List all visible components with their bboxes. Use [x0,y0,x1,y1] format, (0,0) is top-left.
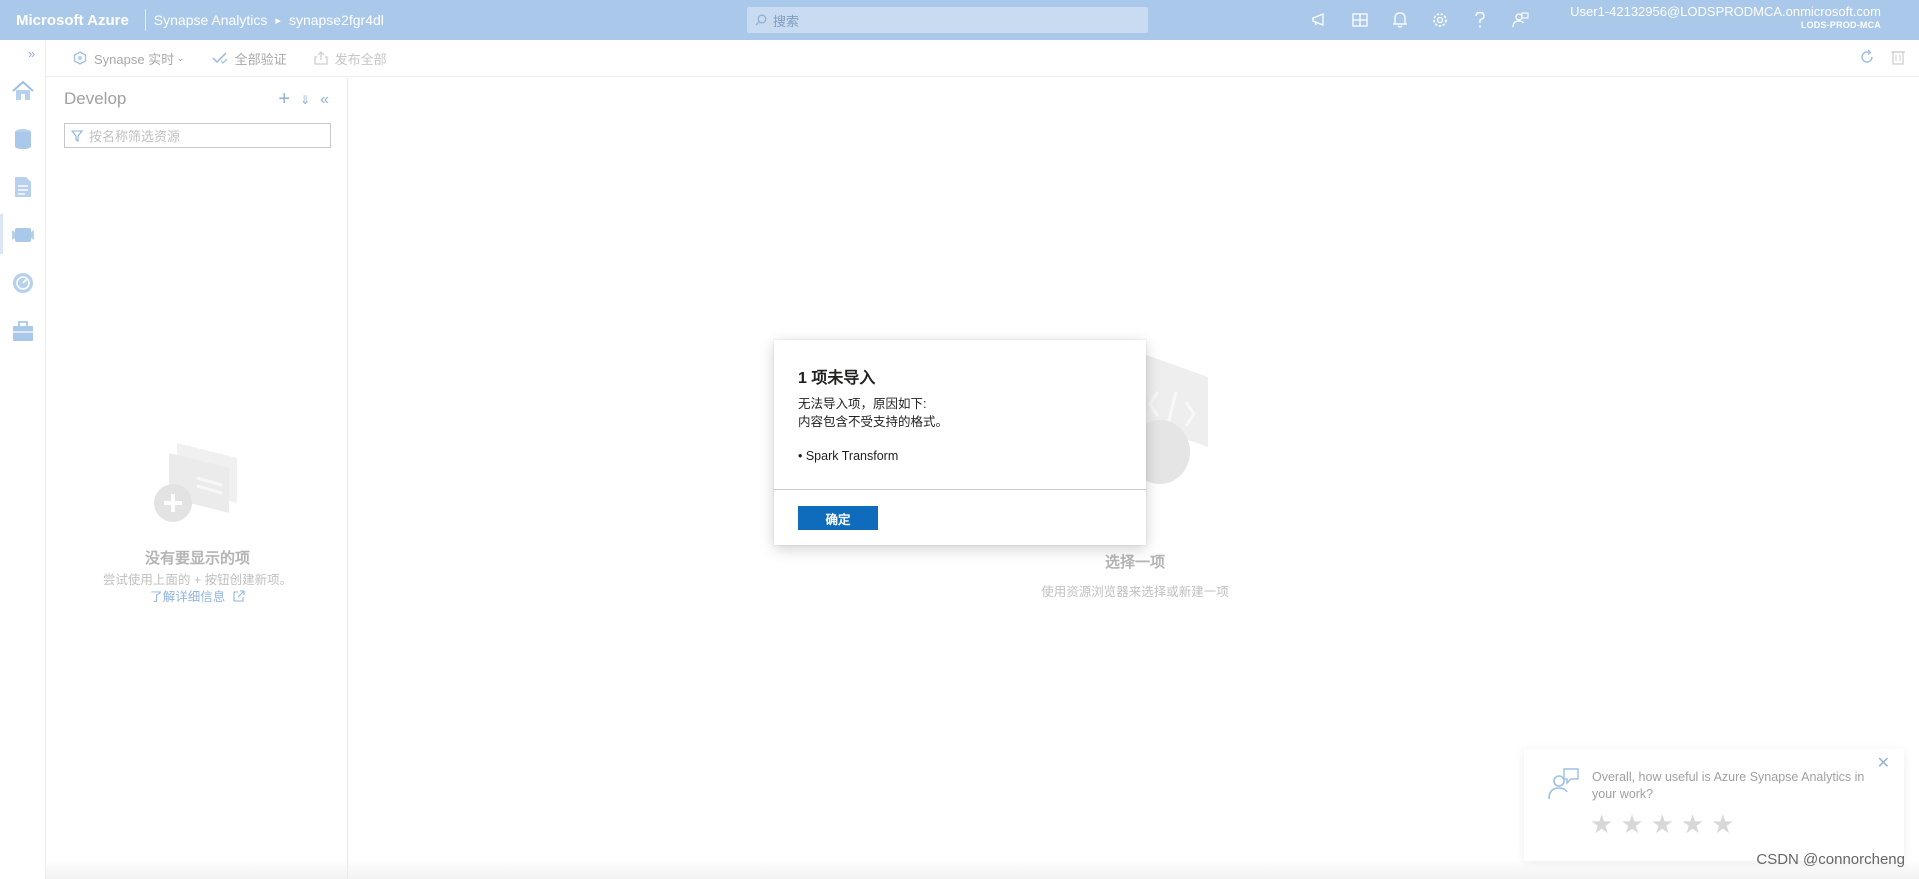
publish-icon [314,51,328,65]
discard-icon[interactable] [1891,49,1905,68]
collapse-panel-icon[interactable]: « [320,91,329,109]
command-bar: Synapse 实时 ⌄ 全部验证 发布全部 [46,40,1919,77]
empty-title: 没有要显示的项 [144,550,250,567]
directory-icon[interactable] [1340,0,1380,40]
dialog-format-line: 内容包含不受支持的格式。 [798,415,949,429]
bottom-fade [46,860,1919,879]
filter-icon [71,129,83,142]
dialog-divider [774,489,1146,490]
publish-all-button[interactable]: 发布全部 [314,49,387,68]
nav-rail: » [0,40,46,879]
feedback-card: ✕ Overall, how useful is Azure Synapse A… [1524,749,1904,861]
panel-actions: + ⇓ « [268,88,329,111]
dialog-item: • Spark Transform [798,449,899,463]
validate-all-button[interactable]: 全部验证 [212,49,287,68]
top-icon-group [1300,0,1540,40]
search-placeholder: 搜索 [773,13,800,29]
filter-input[interactable]: 按名称筛选资源 [64,123,331,148]
feedback-question: Overall, how useful is Azure Synapse Ana… [1592,770,1865,801]
star-5-icon[interactable]: ★ [1711,809,1734,840]
main-empty-title: 选择一项 [1104,554,1165,571]
validate-icon [212,52,228,64]
active-nav-indicator [0,214,3,254]
monitor-icon[interactable] [10,270,36,296]
ok-button[interactable]: 确定 [798,506,878,530]
user-name: User1-42132956@LODSPRODMCA.onmicrosoft.c… [1570,4,1881,19]
breadcrumb-workspace[interactable]: synapse2fgr4dl [281,12,392,28]
publish-all-label: 发布全部 [334,51,387,67]
star-2-icon[interactable]: ★ [1620,809,1643,840]
collapse-all-icon[interactable]: ⇓ [300,93,310,107]
chevron-down-icon: ⌄ [176,52,185,64]
synapse-live-label: Synapse 实时 [94,51,175,67]
develop-icon[interactable] [10,174,36,200]
external-link-icon [233,590,245,602]
empty-illustration [147,433,247,538]
synapse-icon [73,51,87,65]
account-menu[interactable]: User1-42132956@LODSPRODMCA.onmicrosoft.c… [1570,4,1881,30]
star-4-icon[interactable]: ★ [1681,809,1704,840]
feedback-person-icon [1546,767,1580,806]
dialog-title: 1 项未导入 [798,370,876,387]
watermark: CSDN @connorcheng [1756,851,1905,868]
validate-all-label: 全部验证 [234,51,287,67]
synapse-live-button[interactable]: Synapse 实时 ⌄ [73,49,185,68]
develop-panel: Develop + ⇓ « 按名称筛选资源 没有要显示的项 尝试使用上面的 + … [47,78,348,879]
integrate-icon[interactable] [10,222,36,248]
home-icon[interactable] [10,78,36,104]
add-icon[interactable]: + [278,88,290,111]
breadcrumb-service[interactable]: Synapse Analytics [146,12,276,28]
star-1-icon[interactable]: ★ [1590,809,1613,840]
rating-stars: ★ ★ ★ ★ ★ [1590,809,1742,840]
filter-placeholder: 按名称筛选资源 [89,129,181,144]
bell-icon[interactable] [1380,0,1420,40]
manage-icon[interactable] [10,318,36,344]
feedback-icon[interactable] [1500,0,1540,40]
user-org: LODS-PROD-MCA [1800,19,1881,30]
command-bar-right [1843,49,1905,68]
dialog-reason-line: 无法导入项，原因如下: [798,397,927,411]
star-3-icon[interactable]: ★ [1651,809,1674,840]
panel-title: Develop [64,89,127,108]
import-error-dialog: 1 项未导入 无法导入项，原因如下: 内容包含不受支持的格式。 • Spark … [774,340,1146,545]
refresh-icon[interactable] [1859,49,1875,68]
learn-more-link[interactable]: 了解详细信息 [47,586,348,605]
brand-label[interactable]: Microsoft Azure [0,12,145,29]
data-icon[interactable] [10,126,36,152]
announcement-icon[interactable] [1300,0,1340,40]
help-icon[interactable] [1460,0,1500,40]
search-icon [755,14,767,26]
learn-more-label: 了解详细信息 [150,590,226,604]
main-empty-description: 使用资源浏览器来选择或新建一项 [1041,585,1229,599]
expand-nav-icon[interactable]: » [28,46,35,61]
dialog-body: 无法导入项，原因如下: 内容包含不受支持的格式。 [798,395,948,431]
search-input[interactable]: 搜索 [747,7,1148,33]
gear-icon[interactable] [1420,0,1460,40]
top-bar: Microsoft Azure Synapse Analytics ▸ syna… [0,0,1919,40]
